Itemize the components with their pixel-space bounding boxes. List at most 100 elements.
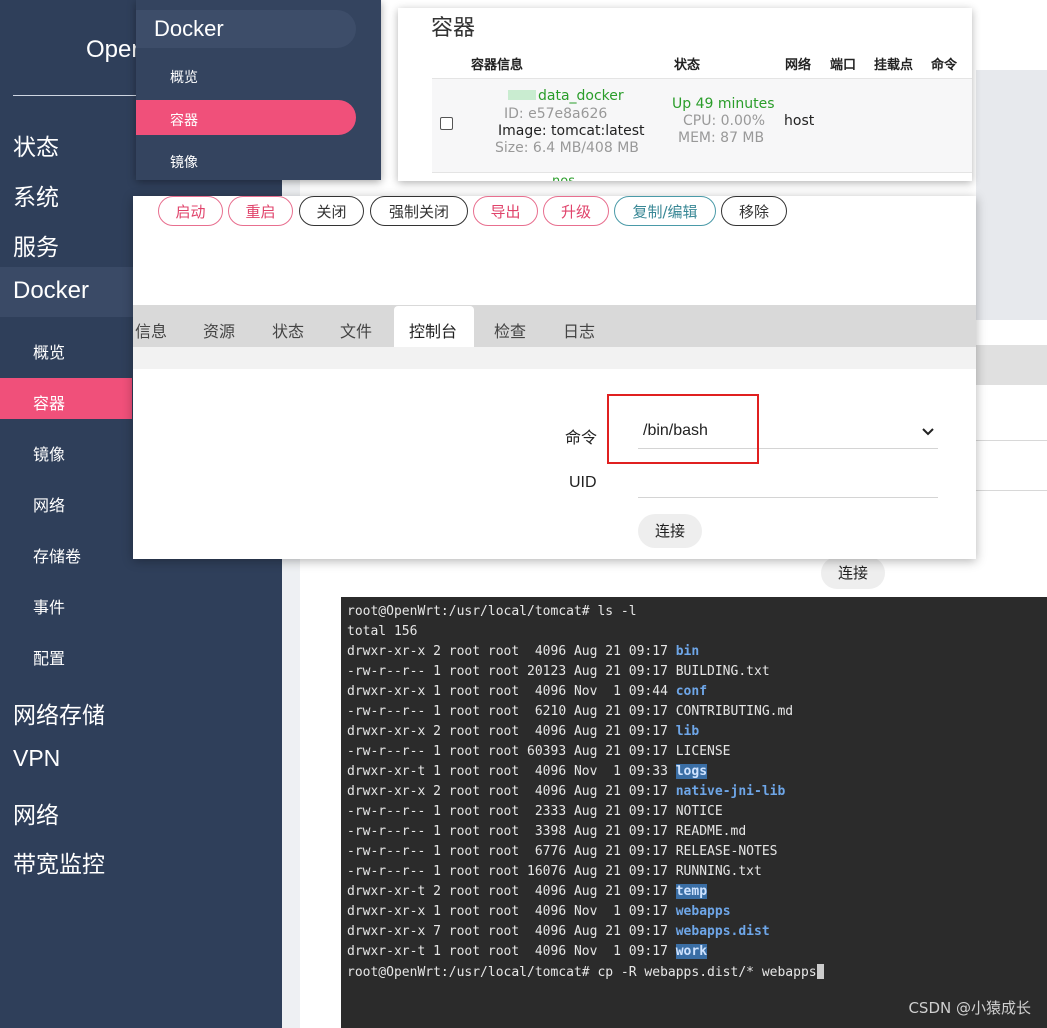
terminal-dir-name: work bbox=[675, 944, 708, 959]
bg-tab-strip bbox=[976, 345, 1047, 385]
terminal-line: -rw-r--r-- 1 root root 2333 Aug 21 09:17… bbox=[347, 804, 723, 819]
sidebar-sub-containers[interactable]: 容器 bbox=[33, 390, 65, 414]
bg-line-2 bbox=[976, 490, 1047, 491]
sidebar-sub-overview[interactable]: 概览 bbox=[33, 339, 65, 363]
connect-button[interactable]: 连接 bbox=[638, 514, 702, 548]
terminal-dir-name: lib bbox=[675, 724, 700, 739]
terminal-line-text: drwxr-xr-t 1 root root 4096 Nov 1 09:17 bbox=[347, 944, 676, 959]
brand-divider bbox=[13, 95, 138, 96]
export-button[interactable]: 导出 bbox=[473, 196, 538, 226]
terminal-line-text: drwxr-xr-x 7 root root 4096 Aug 21 09:17 bbox=[347, 924, 676, 939]
terminal-line: total 156 bbox=[347, 624, 417, 639]
brand-logo-text: Oper bbox=[86, 36, 140, 63]
terminal-dir-name: conf bbox=[675, 684, 708, 699]
tab-info[interactable]: 信息 bbox=[135, 318, 167, 342]
status-cpu: CPU: 0.00% bbox=[683, 113, 766, 129]
duplicate-edit-button[interactable]: 复制/编辑 bbox=[614, 196, 716, 226]
container-table-popup: 容器 容器信息 状态 网络 端口 挂载点 命令 data_docker ID: … bbox=[398, 8, 972, 181]
tab-inspect[interactable]: 检查 bbox=[494, 318, 526, 342]
sidebar-sub-config[interactable]: 配置 bbox=[33, 645, 65, 669]
terminal-dir-name: logs bbox=[675, 764, 708, 779]
terminal-line: drwxr-xr-x 2 root root 4096 Aug 21 09:17… bbox=[347, 784, 785, 799]
terminal-line-text: drwxr-xr-x 1 root root 4096 Nov 1 09:17 bbox=[347, 904, 676, 919]
docker-menu-title-label: Docker bbox=[154, 16, 224, 41]
sidebar-item-docker-label: Docker bbox=[13, 277, 90, 304]
upgrade-button[interactable]: 升级 bbox=[543, 196, 609, 226]
terminal-line: -rw-r--r-- 1 root root 16076 Aug 21 09:1… bbox=[347, 864, 762, 879]
terminal-line-text: -rw-r--r-- 1 root root 6776 Aug 21 09:17… bbox=[347, 844, 778, 859]
terminal-line: drwxr-xr-t 1 root root 4096 Nov 1 09:17 … bbox=[347, 944, 708, 959]
header-network: 网络 bbox=[785, 58, 812, 73]
terminal-line-text: drwxr-xr-x 1 root root 4096 Nov 1 09:44 bbox=[347, 684, 676, 699]
header-container-info: 容器信息 bbox=[471, 58, 524, 73]
terminal-line-text: -rw-r--r-- 1 root root 6210 Aug 21 09:17… bbox=[347, 704, 794, 719]
terminal-line: root@OpenWrt:/usr/local/tomcat# cp -R we… bbox=[347, 964, 824, 980]
remove-button[interactable]: 移除 bbox=[721, 196, 787, 226]
docker-menu-title[interactable]: Docker bbox=[136, 10, 356, 48]
tab-status[interactable]: 状态 bbox=[272, 318, 304, 342]
row-select-checkbox[interactable] bbox=[440, 117, 453, 130]
tab-console[interactable]: 控制台 bbox=[409, 318, 457, 342]
terminal-line-text: -rw-r--r-- 1 root root 16076 Aug 21 09:1… bbox=[347, 864, 762, 879]
terminal-line-text: -rw-r--r-- 1 root root 3398 Aug 21 09:17… bbox=[347, 824, 747, 839]
docker-menu-images[interactable]: 镜像 bbox=[170, 152, 198, 172]
sidebar-item-network[interactable]: 网络 bbox=[13, 796, 59, 830]
sidebar-sub-images[interactable]: 镜像 bbox=[33, 441, 65, 465]
terminal-cursor bbox=[816, 964, 824, 979]
stop-button[interactable]: 关闭 bbox=[299, 196, 364, 226]
terminal-line: drwxr-xr-x 1 root root 4096 Nov 1 09:17 … bbox=[347, 904, 731, 919]
terminal-dir-name: webapps bbox=[675, 904, 731, 919]
status-mem: MEM: 87 MB bbox=[678, 130, 765, 146]
sidebar-sub-networks[interactable]: 网络 bbox=[33, 492, 65, 516]
sidebar-sub-events[interactable]: 事件 bbox=[33, 594, 65, 618]
terminal-line-text: drwxr-xr-x 2 root root 4096 Aug 21 09:17 bbox=[347, 784, 676, 799]
terminal-line-text: -rw-r--r-- 1 root root 2333 Aug 21 09:17… bbox=[347, 804, 723, 819]
tab-logs[interactable]: 日志 bbox=[563, 318, 595, 342]
background-connect-button[interactable]: 连接 bbox=[821, 557, 885, 589]
terminal-line: drwxr-xr-t 1 root root 4096 Nov 1 09:33 … bbox=[347, 764, 708, 779]
bg-table-strip bbox=[976, 70, 1047, 320]
header-ports: 端口 bbox=[830, 58, 857, 73]
docker-menu-overview[interactable]: 概览 bbox=[170, 67, 198, 87]
chevron-down-icon[interactable] bbox=[921, 427, 935, 437]
tab-resources[interactable]: 资源 bbox=[203, 318, 235, 342]
terminal-dir-name: bin bbox=[675, 644, 700, 659]
container-detail-popup: 启动 重启 关闭 强制关闭 导出 升级 复制/编辑 移除 信息 资源 状态 文件… bbox=[133, 196, 976, 559]
docker-menu-active-highlight bbox=[136, 100, 356, 135]
terminal-line-text: drwxr-xr-t 2 root root 4096 Aug 21 09:17 bbox=[347, 884, 676, 899]
terminal-line: -rw-r--r-- 1 root root 20123 Aug 21 09:1… bbox=[347, 664, 770, 679]
tab-files[interactable]: 文件 bbox=[340, 318, 372, 342]
sidebar-item-status[interactable]: 状态 bbox=[13, 128, 59, 162]
sidebar-item-nas[interactable]: 网络存储 bbox=[13, 696, 105, 730]
restart-button[interactable]: 重启 bbox=[228, 196, 293, 226]
terminal-dir-name: webapps.dist bbox=[675, 924, 770, 939]
sidebar-item-services[interactable]: 服务 bbox=[13, 228, 59, 262]
uid-input-underline bbox=[638, 497, 938, 498]
sidebar-item-bandwidth[interactable]: 带宽监控 bbox=[13, 845, 105, 879]
terminal-line: drwxr-xr-x 1 root root 4096 Nov 1 09:44 … bbox=[347, 684, 707, 699]
terminal-line: drwxr-xr-x 2 root root 4096 Aug 21 09:17… bbox=[347, 644, 699, 659]
next-row-name-partial[interactable]: nos bbox=[552, 174, 575, 181]
terminal-line-text: drwxr-xr-x 2 root root 4096 Aug 21 09:17 bbox=[347, 644, 676, 659]
docker-menu-containers[interactable]: 容器 bbox=[170, 110, 198, 130]
terminal-line: drwxr-xr-x 7 root root 4096 Aug 21 09:17… bbox=[347, 924, 770, 939]
terminal[interactable]: root@OpenWrt:/usr/local/tomcat# ls -l tot… bbox=[341, 597, 1047, 1028]
terminal-line-text: drwxr-xr-x 2 root root 4096 Aug 21 09:17 bbox=[347, 724, 676, 739]
terminal-line-text: -rw-r--r-- 1 root root 60393 Aug 21 09:1… bbox=[347, 744, 731, 759]
terminal-line: -rw-r--r-- 1 root root 60393 Aug 21 09:1… bbox=[347, 744, 731, 759]
sidebar-sub-active-highlight bbox=[0, 378, 132, 419]
terminal-line-text: total 156 bbox=[347, 624, 418, 639]
terminal-line-text: -rw-r--r-- 1 root root 20123 Aug 21 09:1… bbox=[347, 664, 770, 679]
sidebar-item-vpn[interactable]: VPN bbox=[13, 745, 60, 772]
sidebar-sub-volumes[interactable]: 存储卷 bbox=[33, 543, 81, 567]
terminal-line: -rw-r--r-- 1 root root 6776 Aug 21 09:17… bbox=[347, 844, 777, 859]
bg-line-1 bbox=[976, 440, 1047, 441]
start-button[interactable]: 启动 bbox=[158, 196, 223, 226]
sidebar-item-system[interactable]: 系统 bbox=[13, 178, 59, 212]
container-name-link[interactable]: data_docker bbox=[538, 88, 624, 104]
terminal-line-text: root@OpenWrt:/usr/local/tomcat# cp -R we… bbox=[347, 965, 817, 980]
terminal-line-text: root@OpenWrt:/usr/local/tomcat# ls -l bbox=[347, 604, 637, 619]
header-command: 命令 bbox=[931, 58, 958, 73]
force-stop-button[interactable]: 强制关闭 bbox=[370, 196, 468, 226]
table-row[interactable]: data_docker ID: e57e8a626 Image: tomcat:… bbox=[432, 78, 972, 173]
